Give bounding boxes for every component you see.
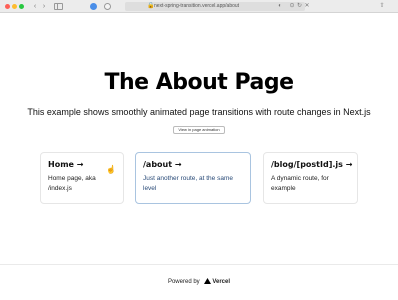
sidebar-toggle-icon[interactable] [54, 3, 63, 10]
card-title: /about → [143, 160, 182, 169]
vercel-link[interactable]: Vercel [201, 278, 231, 285]
share-icon[interactable]: ⇧ [378, 3, 386, 10]
card-description: A dynamic route, for example [271, 175, 329, 192]
card-description: Just another route, at the same level [143, 175, 233, 192]
browser-toolbar: ‹ › 🔒 next-spring-transition.vercel.app/… [0, 0, 398, 13]
forward-icon[interactable]: › [40, 3, 48, 10]
extension-icon[interactable] [104, 3, 111, 10]
card-about[interactable]: /about → Just another route, at the same… [135, 152, 251, 204]
close-window-button[interactable] [5, 4, 10, 9]
card-title: /blog/[postId].js → [271, 160, 353, 169]
card-home[interactable]: Home → Home page, aka /index.js [40, 152, 124, 204]
powered-by-text: Powered by [167, 279, 200, 285]
download-icon[interactable]: ⊙ [288, 3, 296, 10]
reader-icon[interactable]: ◐ [276, 3, 284, 10]
back-icon[interactable]: ‹ [31, 3, 39, 10]
card-description: Home page, aka /index.js [48, 175, 96, 192]
hand-cursor-icon: ☝ [106, 165, 116, 174]
close-tab-icon[interactable]: ✕ [303, 3, 311, 10]
page-title: The About Page [104, 70, 294, 95]
privacy-shield-icon[interactable] [90, 3, 97, 10]
footer: Powered by Vercel [0, 278, 398, 286]
footer-divider [0, 264, 398, 265]
address-bar-url[interactable]: next-spring-transition.vercel.app/about [154, 3, 239, 10]
vercel-triangle-icon [204, 278, 212, 285]
minimize-window-button[interactable] [12, 4, 17, 9]
reload-icon[interactable]: ↻ [297, 3, 302, 10]
toggle-animation-button[interactable]: View in page animation [173, 126, 225, 134]
maximize-window-button[interactable] [19, 4, 24, 9]
page-subtitle: This example shows smoothly animated pag… [27, 107, 371, 117]
card-blog-post[interactable]: /blog/[postId].js → A dynamic route, for… [263, 152, 358, 204]
brand-name: Vercel [212, 279, 231, 285]
